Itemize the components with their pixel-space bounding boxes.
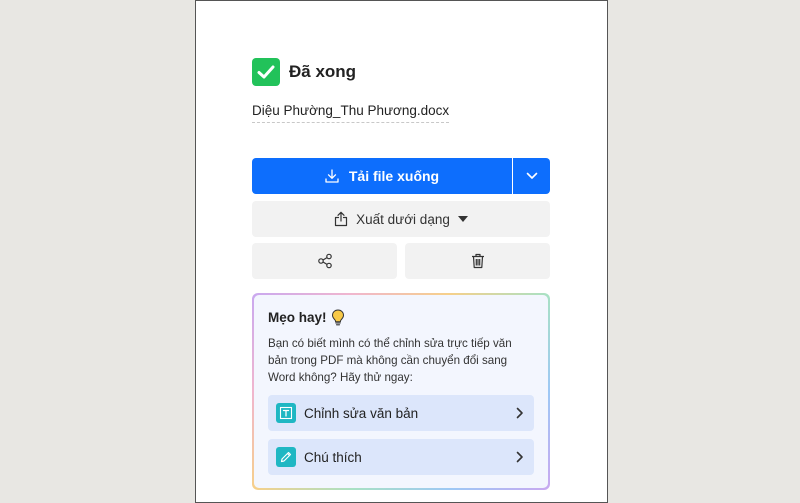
export-label: Xuất dưới dạng	[356, 211, 450, 227]
delete-button[interactable]	[405, 243, 550, 279]
file-name: Diệu Phường_Thu Phương.docx	[252, 103, 450, 123]
share-icon	[317, 253, 332, 269]
share-up-icon	[335, 211, 348, 227]
status-title: Đã xong	[289, 62, 357, 81]
status-row: Đã xong	[252, 58, 550, 86]
tip-card-body: Mẹo hay! Bạn có biết mình có thể chỉnh s…	[254, 295, 548, 488]
caret-down-icon	[457, 216, 468, 222]
chevron-right-icon	[516, 407, 523, 419]
pencil-icon	[276, 447, 296, 467]
export-as-button[interactable]: Xuất dưới dạng	[252, 201, 550, 237]
edit-text-label: Chỉnh sửa văn bản	[304, 405, 419, 421]
annotate-action[interactable]: Chú thích	[268, 439, 534, 475]
download-group: Tải file xuống	[252, 158, 550, 194]
tip-card: Mẹo hay! Bạn có biết mình có thể chỉnh s…	[252, 293, 550, 490]
download-icon	[325, 169, 339, 183]
edit-text-action[interactable]: Chỉnh sửa văn bản	[268, 395, 534, 431]
download-label: Tải file xuống	[348, 168, 440, 184]
download-options-button[interactable]	[513, 158, 550, 194]
chevron-down-icon	[526, 172, 537, 179]
annotate-label: Chú thích	[304, 449, 362, 465]
download-button[interactable]: Tải file xuống	[252, 158, 512, 194]
chevron-right-icon	[516, 451, 523, 463]
trash-icon	[471, 253, 484, 269]
result-panel: Đã xong Diệu Phường_Thu Phương.docx Tải …	[195, 0, 608, 503]
edit-text-icon	[276, 403, 296, 423]
share-button[interactable]	[252, 243, 397, 279]
lightbulb-icon	[331, 309, 344, 326]
tip-title-row: Mẹo hay!	[268, 309, 534, 326]
tip-title: Mẹo hay!	[268, 310, 327, 325]
check-icon	[252, 58, 280, 86]
secondary-actions	[252, 243, 550, 279]
tip-text: Bạn có biết mình có thể chỉnh sửa trực t…	[268, 337, 512, 384]
